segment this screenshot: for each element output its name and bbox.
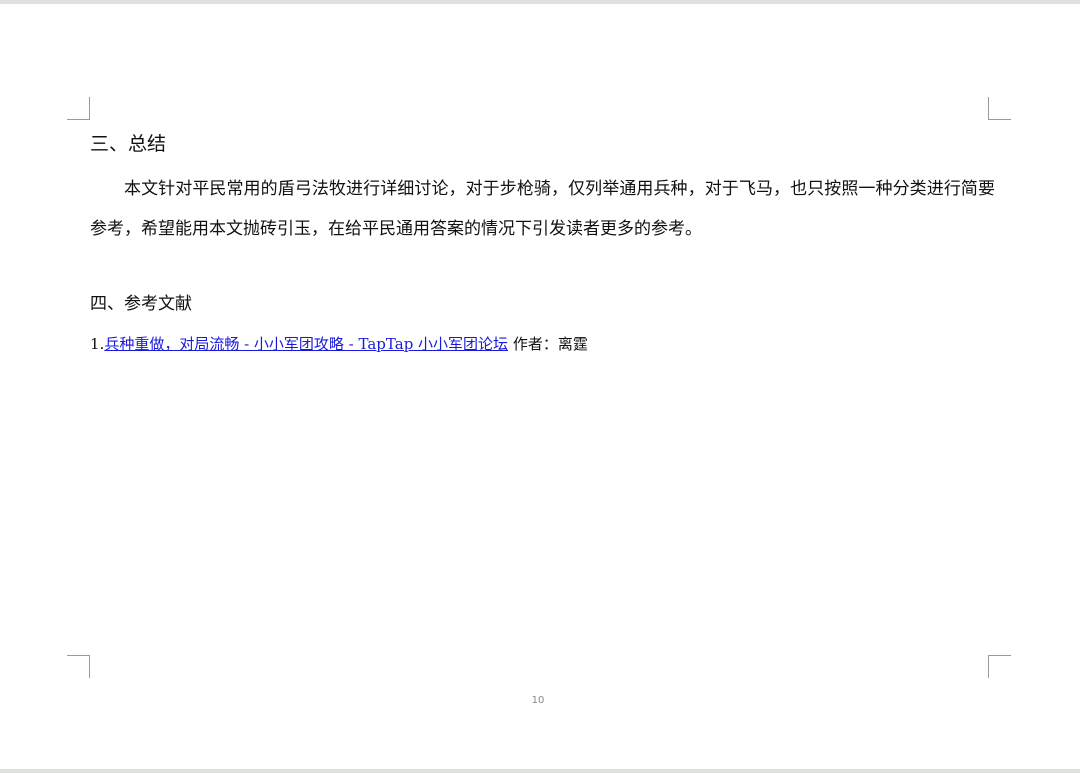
- reference-author: 作者：离霆: [512, 335, 588, 353]
- document-page: 三、总结 本文针对平民常用的盾弓法牧进行详细讨论，对于步枪骑，仅列举通用兵种，对…: [0, 0, 1080, 773]
- reference-item: 1.兵种重做，对局流畅 - 小小军团攻略 - TapTap 小小军团论坛 作者：…: [90, 334, 588, 354]
- crop-mark-bottom-left: [67, 655, 90, 678]
- crop-mark-bottom-right: [988, 655, 1011, 678]
- reference-link[interactable]: 兵种重做，对局流畅 - 小小军团攻略 - TapTap 小小军团论坛: [104, 335, 508, 353]
- references-heading: 四、参考文献: [90, 294, 192, 314]
- crop-mark-top-right: [988, 97, 1011, 120]
- conclusion-paragraph: 本文针对平民常用的盾弓法牧进行详细讨论，对于步枪骑，仅列举通用兵种，对于飞马，也…: [90, 179, 995, 239]
- reference-number: 1.: [90, 335, 105, 353]
- page-number: 10: [531, 695, 545, 706]
- crop-mark-top-left: [67, 97, 90, 120]
- conclusion-heading: 三、总结: [90, 133, 167, 155]
